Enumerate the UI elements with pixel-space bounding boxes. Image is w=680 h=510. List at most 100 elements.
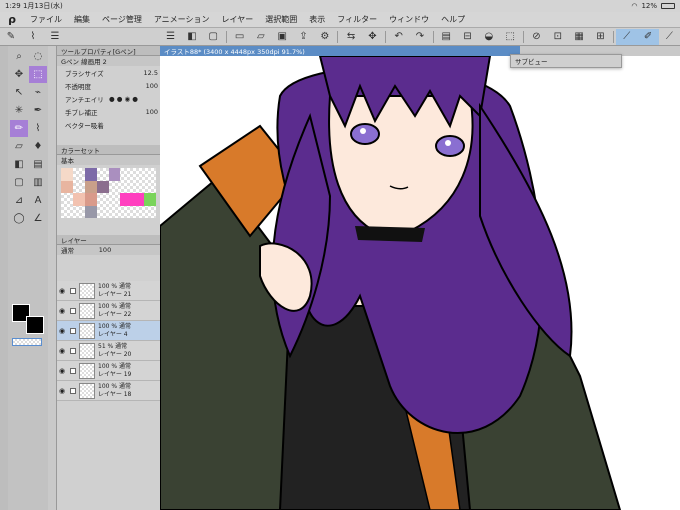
sub-color-swatch[interactable] [26, 316, 44, 334]
vector-snap-row[interactable]: ベクター吸着 [57, 118, 160, 131]
subview-panel[interactable]: サブビュー [510, 54, 622, 68]
panel-column: ツールプロパティ[Gペン] Gペン 線画用 2 ブラシサイズ 12.5 不透明度 1… [56, 46, 160, 510]
frame-icon[interactable]: ▥ [29, 174, 47, 191]
brush-tool-icon[interactable]: ⌇ [22, 29, 44, 45]
blend-icon[interactable]: ♦ [29, 138, 47, 155]
fill-icon[interactable]: ◒ [478, 29, 499, 45]
save-icon[interactable]: ▣ [272, 29, 293, 45]
brush-size-row[interactable]: ブラシサイズ 12.5 [57, 66, 160, 79]
app-logo-icon[interactable]: ρ [0, 13, 24, 26]
stabilize-row[interactable]: 手ブレ補正 100 [57, 105, 160, 118]
illustration [160, 56, 622, 510]
layer-row[interactable]: ◉ 100 % 通常 レイヤー 18 [57, 381, 160, 401]
layer-icon[interactable]: ◧ [181, 29, 202, 45]
pen-pressure-icon[interactable]: ✐ [637, 28, 659, 45]
opacity-row[interactable]: 不透明度 100 [57, 79, 160, 92]
deselect-icon[interactable]: ⊘ [526, 29, 547, 45]
choker [355, 226, 425, 242]
transform-icon[interactable]: ⬚ [500, 29, 521, 45]
zoom-icon[interactable]: ⌕ [10, 48, 28, 65]
pencil-icon[interactable]: ✏ [10, 120, 28, 137]
layer-header[interactable]: レイヤー [57, 235, 160, 245]
invert-selection-icon[interactable]: ⊡ [547, 29, 568, 45]
menu-icon[interactable]: ☰ [44, 29, 66, 45]
text-icon[interactable]: A [29, 192, 47, 209]
canvas-tab[interactable]: イラスト88* (3400 x 4448px 350dpi 91.7%) [160, 46, 520, 56]
gradient-icon[interactable]: ▤ [29, 156, 47, 173]
layer-row-selected[interactable]: ◉ 100 % 通常 レイヤー 4 [57, 321, 160, 341]
menu-help[interactable]: ヘルプ [435, 14, 471, 25]
menu-file[interactable]: ファイル [24, 14, 68, 25]
menu-page[interactable]: ページ管理 [96, 14, 148, 25]
layer-row[interactable]: ◉ 51 % 通常 レイヤー 20 [57, 341, 160, 361]
menu-selection[interactable]: 選択範囲 [259, 14, 303, 25]
left-toolbar: ✎ ⌇ ☰ [0, 28, 160, 46]
layer-row[interactable]: ◉ 100 % 通常 レイヤー 21 [57, 281, 160, 301]
menu-filter[interactable]: フィルター [331, 14, 383, 25]
vector-line-icon[interactable]: ⟋ [616, 28, 638, 45]
select-tool-icon[interactable]: ⬚ [29, 66, 47, 83]
fill-tool-icon[interactable]: ◧ [10, 156, 28, 173]
menu-layer[interactable]: レイヤー [216, 14, 260, 25]
lasso-icon[interactable]: ◌ [29, 48, 47, 65]
new-file-icon[interactable]: ▢ [203, 29, 224, 45]
export-icon[interactable]: ⇪ [293, 29, 314, 45]
eye-icon[interactable]: ◉ [57, 367, 67, 375]
ruler-tool-icon[interactable]: ⊿ [10, 192, 28, 209]
balloon-icon[interactable]: ◯ [10, 210, 28, 227]
battery-percent: 12% [641, 2, 657, 10]
pen-tool-icon[interactable]: ✎ [0, 29, 22, 45]
colorset-header[interactable]: カラーセット [57, 145, 160, 155]
flip-icon[interactable]: ⇆ [340, 29, 361, 45]
antialias-row[interactable]: アンチエイリ ● ● ◉ ● [57, 92, 160, 105]
canvas[interactable] [160, 56, 680, 510]
eye-icon[interactable]: ◉ [57, 327, 67, 335]
tool-property-header[interactable]: ツールプロパティ[Gペン] [57, 46, 160, 56]
menu-animation[interactable]: アニメーション [148, 14, 216, 25]
color-grid[interactable] [61, 168, 156, 218]
settings-icon[interactable]: ⚙ [314, 29, 335, 45]
wand-icon[interactable]: ✳ [10, 102, 28, 119]
open-folder-icon[interactable]: ▱ [250, 29, 271, 45]
eye-icon[interactable]: ◉ [57, 347, 67, 355]
layer-row[interactable]: ◉ 100 % 通常 レイヤー 19 [57, 361, 160, 381]
antialias-dots[interactable]: ● ● ◉ ● [109, 95, 138, 103]
clear-icon[interactable]: ▤ [436, 29, 457, 45]
transparent-swatch[interactable] [12, 338, 42, 346]
new-doc-icon[interactable]: ▭ [229, 29, 250, 45]
move-tool-icon[interactable]: ✥ [10, 66, 28, 83]
layer-blend-row[interactable]: 通常 100 [57, 245, 160, 255]
colorset-name[interactable]: 基本 [57, 155, 160, 165]
battery-icon [661, 3, 675, 9]
redo-icon[interactable]: ↷ [409, 29, 430, 45]
selection-mask-icon[interactable]: ▦ [568, 29, 589, 45]
menu-bar: ρ ファイル 編集 ページ管理 アニメーション レイヤー 選択範囲 表示 フィル… [0, 12, 680, 28]
clear-selection-icon[interactable]: ⊟ [457, 29, 478, 45]
eye-icon[interactable]: ◉ [57, 287, 67, 295]
pen-icon[interactable]: ✒ [29, 102, 47, 119]
eye-left [350, 123, 380, 145]
eraser-icon[interactable]: ▱ [10, 138, 28, 155]
menu-edit[interactable]: 編集 [68, 14, 96, 25]
menu-view[interactable]: 表示 [303, 14, 331, 25]
tool-property-subtool: Gペン 線画用 2 [57, 56, 160, 66]
eye-right [435, 135, 465, 157]
operation-icon[interactable]: ↖ [10, 84, 28, 101]
eyedropper-icon[interactable]: ⌁ [29, 84, 47, 101]
status-time: 1:29 [5, 2, 21, 10]
status-bar: 1:29 1月13日(水) ◠ 12% [0, 0, 680, 12]
status-date: 1月13日(水) [22, 2, 63, 10]
move-icon[interactable]: ✥ [362, 29, 383, 45]
brush-icon[interactable]: ⌇ [29, 120, 47, 137]
eye-icon[interactable]: ◉ [57, 307, 67, 315]
undo-icon[interactable]: ↶ [388, 29, 409, 45]
layer-row[interactable]: ◉ 100 % 通常 レイヤー 22 [57, 301, 160, 321]
line-icon[interactable]: ⟋ [659, 29, 680, 45]
hamburger-icon[interactable]: ☰ [160, 29, 181, 45]
command-bar: ☰ ◧ ▢ ▭ ▱ ▣ ⇪ ⚙ ⇆ ✥ ↶ ↷ ▤ ⊟ ◒ ⬚ ⊘ ⊡ ▦ ⊞ … [160, 28, 680, 46]
correct-line-icon[interactable]: ∠ [29, 210, 47, 227]
menu-window[interactable]: ウィンドウ [383, 14, 435, 25]
figure-icon[interactable]: ▢ [10, 174, 28, 191]
ruler-icon[interactable]: ⊞ [590, 29, 611, 45]
eye-icon[interactable]: ◉ [57, 387, 67, 395]
